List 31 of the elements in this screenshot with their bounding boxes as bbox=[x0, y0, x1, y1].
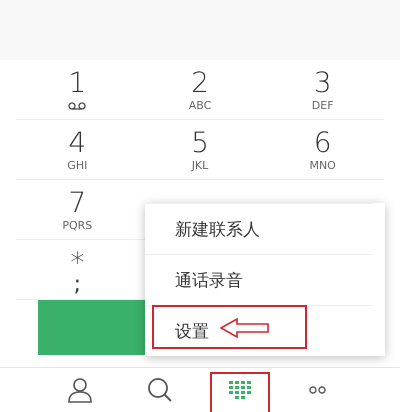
key-letters: GHI bbox=[67, 159, 88, 172]
dial-key[interactable]: 3 DEF bbox=[261, 60, 384, 120]
key-letters: MNO bbox=[309, 159, 336, 172]
dial-key[interactable]: 6 MNO bbox=[261, 120, 384, 180]
dial-key[interactable]: 4 GHI bbox=[16, 120, 139, 180]
key-digit: 7 bbox=[68, 188, 86, 218]
key-digit: 5 bbox=[191, 128, 209, 158]
key-letters: DEF bbox=[312, 99, 334, 112]
person-icon[interactable] bbox=[67, 377, 93, 403]
key-digit: 3 bbox=[314, 68, 332, 98]
voicemail-icon bbox=[68, 102, 86, 110]
annotation-arrow bbox=[220, 318, 270, 338]
key-letters: JKL bbox=[192, 159, 208, 172]
key-letters: PQRS bbox=[62, 219, 92, 232]
dial-key[interactable]: 2 ABC bbox=[138, 60, 262, 120]
dial-key[interactable]: 5 JKL bbox=[138, 120, 262, 180]
search-icon[interactable] bbox=[147, 377, 173, 403]
key-digit: 4 bbox=[68, 128, 86, 158]
key-digit: 1 bbox=[68, 68, 86, 98]
dialpad-icon[interactable] bbox=[229, 381, 251, 399]
key-digit: 2 bbox=[191, 68, 209, 98]
dial-key[interactable]: 7 PQRS bbox=[16, 180, 139, 240]
menu-item[interactable]: 设置 bbox=[145, 305, 373, 356]
key-digit: 6 bbox=[314, 128, 332, 158]
key-digit: * bbox=[70, 248, 84, 278]
highlight-frame bbox=[210, 372, 270, 412]
key-letters: ABC bbox=[188, 99, 212, 112]
menu-item[interactable]: 通话录音 bbox=[145, 254, 373, 305]
dial-key[interactable]: 1 bbox=[16, 60, 139, 120]
menu-item[interactable]: 新建联系人 bbox=[145, 203, 373, 254]
key-letters: ; bbox=[74, 278, 82, 292]
